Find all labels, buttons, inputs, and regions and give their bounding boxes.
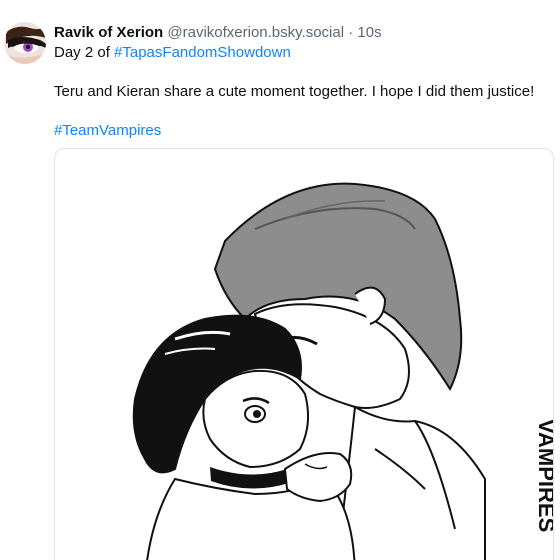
- post: Ravik of Xerion @ravikofxerion.bsky.soci…: [0, 0, 560, 560]
- hashtag-team-vampires-link[interactable]: #TeamVampires: [54, 122, 161, 139]
- post-header: Ravik of Xerion @ravikofxerion.bsky.soci…: [54, 23, 382, 43]
- post-text: Teru and Kieran share a cute moment toge…: [54, 83, 535, 100]
- timestamp[interactable]: 10s: [357, 24, 381, 41]
- artist-signature: VAMPIRES: [534, 419, 553, 532]
- post-image[interactable]: VAMPIRES: [54, 148, 554, 560]
- avatar[interactable]: [4, 22, 46, 64]
- separator: ·: [348, 24, 354, 41]
- avatar-image: [4, 22, 46, 64]
- hashtag-tapas-link[interactable]: #TapasFandomShowdown: [114, 44, 291, 61]
- author-handle[interactable]: @ravikofxerion.bsky.social: [167, 24, 344, 41]
- artwork-illustration: VAMPIRES: [55, 149, 553, 560]
- author-name[interactable]: Ravik of Xerion: [54, 24, 163, 41]
- post-text-line-1: Day 2 of #TapasFandomShowdown: [54, 43, 291, 63]
- hashtag-line: #TeamVampires: [54, 121, 161, 141]
- line2-prefix: Day 2 of: [54, 44, 115, 61]
